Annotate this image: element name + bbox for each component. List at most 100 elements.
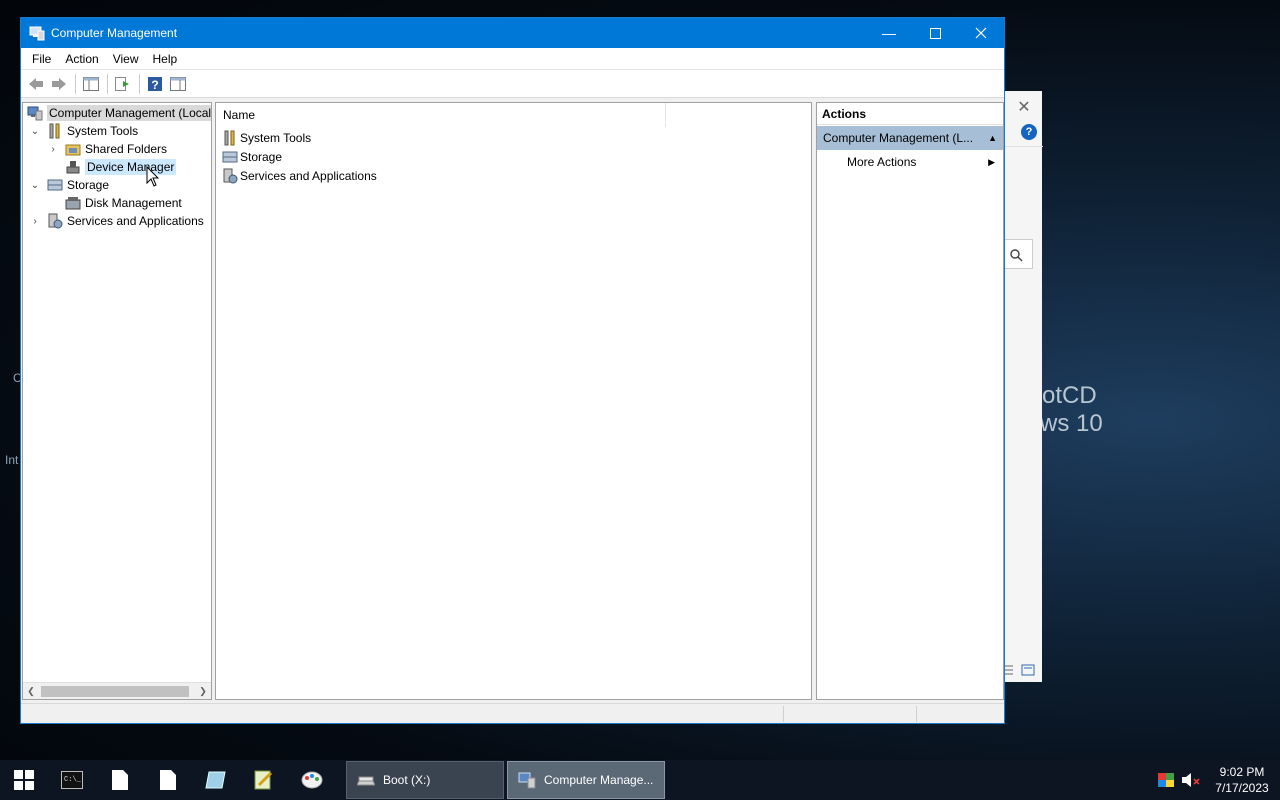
shared-folders-icon xyxy=(65,141,81,157)
toolbar-separator xyxy=(139,73,140,94)
system-tray: 9:02 PM 7/17/2023 xyxy=(1154,760,1280,800)
scroll-left-icon[interactable]: ❮ xyxy=(23,683,39,699)
toolbar-separator xyxy=(107,73,108,94)
device-manager-icon xyxy=(65,159,81,175)
show-hide-tree-button[interactable] xyxy=(80,73,102,95)
taskbar-explorer[interactable] xyxy=(192,760,240,800)
status-cell-divider xyxy=(916,706,917,722)
tree-item-disk-management[interactable]: Disk Management xyxy=(65,194,182,212)
window-title: Computer Management xyxy=(51,26,178,40)
paint-icon xyxy=(301,771,323,789)
svg-text:C:\_: C:\_ xyxy=(64,776,82,784)
task-label: Boot (X:) xyxy=(383,773,431,787)
console-tree[interactable]: Computer Management (Local ⌄ System Tool… xyxy=(22,102,212,700)
command-prompt-icon: C:\_ xyxy=(61,771,83,789)
list-item-services-and-applications[interactable]: Services and Applications xyxy=(222,166,377,185)
taskbar-task-boot-drive[interactable]: Boot (X:) xyxy=(346,761,504,799)
export-list-button[interactable] xyxy=(112,73,134,95)
list-item-label: System Tools xyxy=(240,130,312,145)
toolbar-separator xyxy=(75,73,76,94)
start-button[interactable] xyxy=(0,760,48,800)
clock-time: 9:02 PM xyxy=(1219,765,1265,779)
volume-muted-icon xyxy=(1182,773,1200,787)
collapse-up-icon[interactable]: ▲ xyxy=(988,133,997,143)
search-box[interactable] xyxy=(1005,239,1033,269)
task-label: Computer Manage... xyxy=(544,773,654,787)
tools-icon xyxy=(47,123,63,139)
help-icon[interactable]: ? xyxy=(1021,124,1037,140)
taskbar-task-computer-management[interactable]: Computer Manage... xyxy=(507,761,665,799)
menu-help[interactable]: Help xyxy=(146,52,185,66)
arrow-right-icon xyxy=(52,77,66,90)
clock-date: 7/17/2023 xyxy=(1215,781,1269,795)
tree-item-label: Shared Folders xyxy=(85,142,168,156)
mouse-cursor-icon xyxy=(146,166,160,187)
scroll-right-icon[interactable]: ❯ xyxy=(195,683,211,699)
blank-document-icon xyxy=(160,770,176,790)
content-panes: Computer Management (Local ⌄ System Tool… xyxy=(21,100,1004,703)
list-item-storage[interactable]: Storage xyxy=(222,147,282,166)
list-item-label: Storage xyxy=(240,149,283,164)
computer-management-icon xyxy=(27,105,43,121)
tree-item-label: Disk Management xyxy=(85,196,182,210)
status-bar xyxy=(21,703,1004,723)
results-list[interactable]: Name System Tools Storage Services and A… xyxy=(215,102,812,700)
forward-button[interactable] xyxy=(48,73,70,95)
minimize-button[interactable]: — xyxy=(866,18,912,48)
tray-volume-icon[interactable] xyxy=(1178,760,1204,800)
submenu-arrow-icon: ▶ xyxy=(988,156,995,167)
list-item-system-tools[interactable]: System Tools xyxy=(222,128,311,147)
services-icon xyxy=(222,168,238,184)
actions-group-computer-management[interactable]: Computer Management (L... ▲ xyxy=(817,126,1003,150)
tree-horizontal-scrollbar[interactable]: ❮ ❯ xyxy=(23,682,211,699)
taskbar-editor[interactable] xyxy=(240,760,288,800)
background-window[interactable]: ✕ ? xyxy=(1004,91,1043,682)
tree-item-system-tools[interactable]: System Tools xyxy=(47,122,138,140)
desktop-fragment-int: Int xyxy=(5,453,19,467)
blank-document-icon xyxy=(112,770,128,790)
computer-management-icon xyxy=(29,25,45,41)
chevron-right-icon[interactable]: › xyxy=(47,140,59,158)
tree-item-shared-folders[interactable]: Shared Folders xyxy=(65,140,167,158)
actions-group-label: Computer Management (L... xyxy=(823,131,974,145)
chevron-down-icon[interactable]: ⌄ xyxy=(29,176,41,194)
console-tree-icon xyxy=(83,76,99,91)
more-actions-item[interactable]: More Actions ▶ xyxy=(817,150,1003,174)
column-header-name[interactable]: Name xyxy=(216,102,666,127)
close-button[interactable] xyxy=(958,18,1004,48)
actions-pane: Actions Computer Management (L... ▲ More… xyxy=(816,102,1004,700)
view-list-icon xyxy=(1005,664,1035,676)
show-hide-action-pane-button[interactable] xyxy=(167,73,189,95)
close-icon[interactable]: ✕ xyxy=(1005,97,1043,117)
chevron-right-icon[interactable]: › xyxy=(29,212,41,230)
menu-bar: File Action View Help xyxy=(21,48,1004,70)
tree-item-label: Device Manager xyxy=(85,159,177,175)
view-toggle[interactable] xyxy=(1005,662,1043,678)
tree-item-services-and-applications[interactable]: Services and Applications xyxy=(47,212,204,230)
taskbar-command-prompt[interactable]: C:\_ xyxy=(48,760,96,800)
menu-view[interactable]: View xyxy=(106,52,146,66)
actions-header: Actions xyxy=(817,103,1003,125)
services-icon xyxy=(47,213,63,229)
menu-file[interactable]: File xyxy=(25,52,58,66)
more-actions-label: More Actions xyxy=(847,155,917,169)
chevron-down-icon[interactable]: ⌄ xyxy=(29,122,41,140)
taskbar-paint[interactable] xyxy=(288,760,336,800)
computer-management-window[interactable]: Computer Management — File Action View H… xyxy=(20,17,1005,724)
taskbar-clock[interactable]: 9:02 PM 7/17/2023 xyxy=(1204,764,1280,796)
tree-root[interactable]: Computer Management (Local xyxy=(27,104,211,122)
tree-item-label: Services and Applications xyxy=(67,214,204,228)
taskbar-notepad-2[interactable] xyxy=(144,760,192,800)
title-bar[interactable]: Computer Management — xyxy=(21,18,1004,48)
help-button[interactable]: ? xyxy=(144,73,166,95)
disk-management-icon xyxy=(65,195,81,211)
menu-action[interactable]: Action xyxy=(58,52,105,66)
toolbar: ? xyxy=(21,70,1004,98)
maximize-button[interactable] xyxy=(912,18,958,48)
taskbar-notepad-1[interactable] xyxy=(96,760,144,800)
tray-display-icon[interactable] xyxy=(1154,760,1178,800)
scrollbar-thumb[interactable] xyxy=(41,686,189,697)
windows-logo-icon xyxy=(14,770,34,790)
back-button[interactable] xyxy=(25,73,47,95)
tree-item-storage[interactable]: Storage xyxy=(47,176,109,194)
